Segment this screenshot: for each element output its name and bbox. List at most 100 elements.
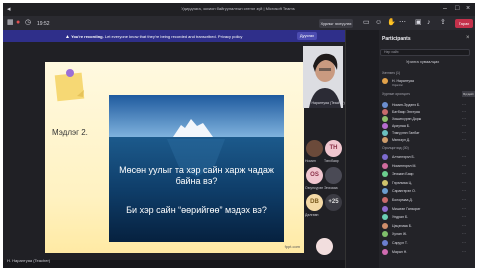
avatar [382,205,388,212]
chat-icon[interactable]: ▭ [363,19,370,27]
avatar [382,116,388,122]
avatar [382,240,388,246]
participant-row[interactable]: Мишээл Ганзориг ⋯ [382,205,474,212]
mute-all-button[interactable]: Бүгдийг [462,91,475,97]
more-options-icon[interactable]: ⋯ [462,223,466,228]
self-view-avatar[interactable] [316,238,333,255]
participant-name: Ариунаа Б. [392,124,411,128]
avatar [382,222,388,229]
meeting-section-header[interactable]: Хурлын оролцогч [382,92,410,96]
more-options-icon[interactable]: ⋯ [462,137,466,142]
more-icon[interactable]: ⋯ [399,19,406,27]
camera-icon[interactable]: ▣ [415,19,422,27]
more-participants-button[interactable]: +25 [325,194,342,211]
grid-icon[interactable]: ▦ [7,19,14,27]
participant-avatar[interactable]: TH [325,140,342,157]
participant-name: Номингэрэл М. [392,163,417,168]
participant-search-input[interactable]: Нэр хайх [380,49,470,56]
microphone-icon[interactable]: ♪ [427,19,431,27]
stage-speaker-name: Н. Нарантуяа (Teacher) [7,258,51,263]
attendees-section-header[interactable]: Оролцогчид (30) [382,146,409,150]
participant-name: Оюунсүрэн [305,186,324,190]
participant-name: Цэцэгмаа Б. [392,223,412,228]
participant-row[interactable]: Ариунаа Б. ⋯ [382,123,474,129]
meeting-toolbar: ▦ ● ◷ 19:52 Хурлыг эхлүүлэх ▭ ☺ ✋ ⋯ ▣ ♪ … [3,16,475,30]
participant-row[interactable]: Болормаа Д. ⋯ [382,197,474,203]
participant-row[interactable]: Хулан Ж. ⋯ [382,231,474,238]
app-menu-icon[interactable]: ◂ [7,5,11,13]
more-options-icon[interactable]: ⋯ [462,188,466,193]
participant-row[interactable]: Энхжин Баяр ⋯ [382,171,474,178]
sticky-note-icon [54,69,85,102]
participant-row[interactable]: Номин-Эрдэнэ Б. ⋯ [382,102,474,108]
more-options-icon[interactable]: ⋯ [462,249,466,254]
more-options-icon[interactable]: ⋯ [462,116,466,121]
participant-row[interactable]: Номингэрэл М. ⋯ [382,162,474,169]
participant-avatar[interactable] [325,167,342,184]
participant-row[interactable]: Алтангэрэл Б. ⋯ [382,154,474,160]
slide-question-1: Мөсөн уулыг та хэр сайн харж чадаж байна… [119,165,274,186]
avatar [382,137,388,143]
more-options-icon[interactable]: ⋯ [462,130,466,135]
share-invite-button[interactable]: Урилга хуваалцах [406,59,439,64]
participant-row[interactable]: Гэрэлмаа Ц. ⋯ [382,179,474,186]
participant-row[interactable]: Ундрал Б. ⋯ [382,214,474,221]
avatar [382,102,388,108]
participant-name: Саруул Т. [392,241,408,245]
more-options-icon[interactable]: ⋯ [462,123,466,128]
participant-name: Хишигсүрэн Дорж [392,117,422,121]
share-icon[interactable]: ⇪ [440,19,446,27]
participants-icon[interactable]: ☺ [375,19,382,27]
raise-hand-icon[interactable]: ✋ [387,19,396,27]
presenters-section-header[interactable]: Хөтлөгч (1) [382,71,400,75]
participant-row[interactable]: Цэцэгмаа Б. ⋯ [382,222,474,229]
presenter-video-tile[interactable]: Н. Нарантуяа (Teacher) [303,46,345,108]
avatar [382,188,388,195]
participant-row[interactable]: Сарангэрэл О. ⋯ [382,188,474,195]
participant-role: Organizer [392,84,403,87]
recording-banner: ▲ You're recording. Let everyone know th… [3,30,345,42]
close-window-icon[interactable]: × [466,5,470,12]
participant-name: Номин-Эрдэнэ Б. [392,103,421,107]
more-options-icon[interactable]: ⋯ [462,163,466,168]
presenter-name: Н. Нарантуяа (Teacher) [307,101,345,105]
leave-button[interactable]: Гарах [455,19,473,28]
more-options-icon[interactable]: ⋯ [462,109,466,114]
more-options-icon[interactable]: ⋯ [462,240,466,245]
banner-message: ▲ You're recording. Let everyone know th… [65,34,242,40]
more-options-icon[interactable]: ⋯ [462,180,466,185]
avatar [382,162,388,169]
participant-row[interactable]: Марал Н. ⋯ [382,248,474,255]
minimize-icon[interactable]: – [443,5,447,12]
participant-name: Тэмүүлэн Ганбат [392,131,420,135]
participant-avatar[interactable]: DB [306,194,323,211]
banner-body-text: Let everyone know that they're being rec… [104,34,243,39]
avatar [382,214,388,221]
timer-icon: ◷ [25,19,32,26]
participant-row[interactable]: Саруул Т. ⋯ [382,240,474,246]
more-options-icon[interactable]: ⋯ [462,231,466,236]
avatar [382,78,388,84]
more-options-icon[interactable]: ⋯ [462,154,466,159]
participant-row[interactable]: Мөнхзул Д. ⋯ [382,137,474,143]
meet-now-button[interactable]: Хурлыг эхлүүлэх [319,19,353,28]
participant-name: Энхзаяа [324,186,338,190]
more-options-icon[interactable]: ⋯ [462,206,466,211]
participant-row[interactable]: Тэмүүлэн Ганбат ⋯ [382,130,474,136]
participant-row[interactable]: Хишигсүрэн Дорж ⋯ [382,116,474,122]
more-options-icon[interactable]: ⋯ [462,102,466,107]
close-panel-icon[interactable]: × [466,35,470,41]
slide-label: Мэдлэг 2. [52,128,88,137]
more-options-icon[interactable]: ⋯ [462,171,466,176]
avatar [382,179,388,186]
banner-dismiss-button[interactable]: Дуусгах [297,32,317,40]
participant-row[interactable]: Батбаяр Энхтуяа ⋯ [382,109,474,115]
meeting-stage: Мэдлэг 2. Мөсөн уулыг та хэр сайн харж ч… [3,42,345,263]
participant-avatar[interactable]: OS [306,167,323,184]
more-options-icon[interactable]: ⋯ [462,214,466,219]
avatar [382,231,388,238]
record-icon[interactable]: ● [16,19,20,27]
maximize-icon[interactable]: □ [455,5,459,12]
participant-avatar[interactable] [306,140,323,157]
more-options-icon[interactable]: ⋯ [462,197,466,202]
